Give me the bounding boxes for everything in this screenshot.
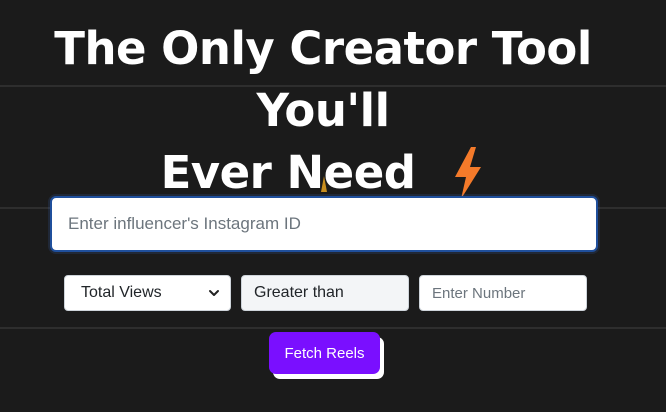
fetch-reels-button[interactable]: Fetch Reels (269, 332, 380, 374)
number-input[interactable] (419, 275, 587, 311)
metric-select-value: Total Views (81, 284, 162, 301)
hero-title: The Only Creator Tool You'll Ever Need (0, 18, 646, 204)
hero-title-line1: The Only Creator Tool You'll (54, 22, 592, 137)
page: The Only Creator Tool You'll Ever Need T… (0, 0, 666, 412)
instagram-id-input[interactable] (50, 196, 598, 252)
metric-select[interactable]: Total Views (64, 275, 231, 311)
hero-title-line2: Ever Need (160, 146, 416, 199)
lightning-bolt-icon (455, 147, 482, 199)
hero-title-line2-wrap: Ever Need (161, 142, 486, 204)
chevron-down-icon (209, 290, 219, 296)
condition-field[interactable]: Greater than (241, 275, 409, 311)
condition-value: Greater than (254, 284, 344, 301)
